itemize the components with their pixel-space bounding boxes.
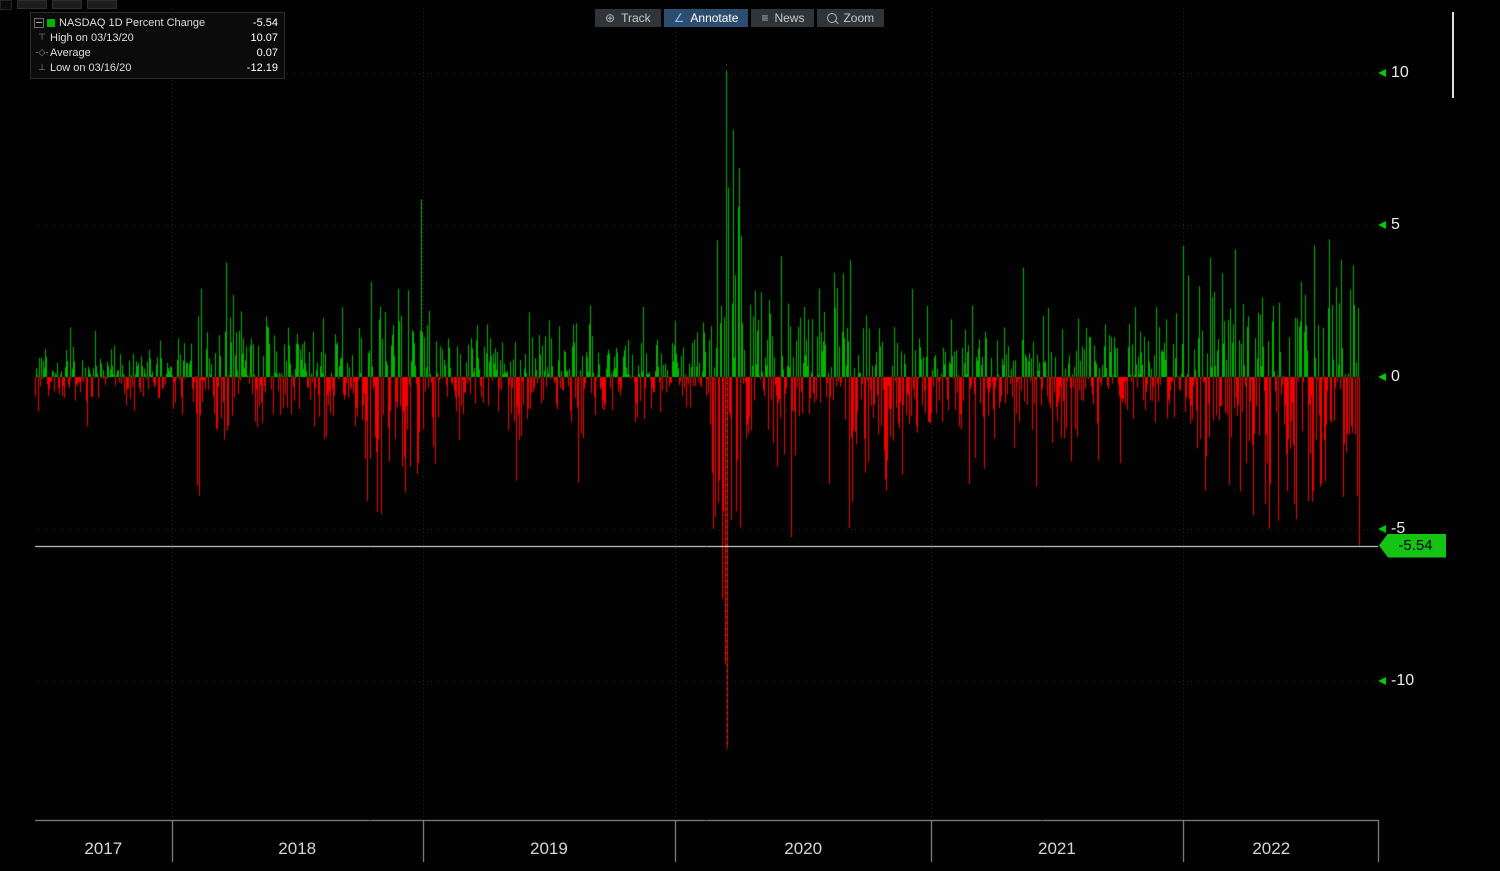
price-chart-plot-area[interactable]	[0, 0, 1500, 871]
series-color-swatch-icon	[47, 18, 55, 27]
x-axis-year-label: 2020	[784, 839, 823, 858]
crosshair-icon: ⊕	[605, 11, 616, 25]
window-chrome	[0, 0, 117, 10]
y-tick-label: 5	[1391, 215, 1400, 233]
y-axis-tick: 5	[1378, 216, 1400, 234]
x-axis-year-label: 2021	[1037, 839, 1076, 858]
annotate-pencil-icon: ∠	[673, 11, 685, 25]
legend-label: Low on 03/16/20	[50, 61, 132, 74]
tick-arrow-icon	[1378, 525, 1386, 534]
last-value-badge-label: -5.54	[1398, 537, 1433, 555]
x-axis-year-label: 2017	[84, 839, 123, 858]
toolbar-button-label: News	[774, 11, 805, 25]
legend-row-low[interactable]: ⊥ Low on 03/16/20 -12.19	[34, 60, 280, 75]
legend-value: 10.07	[250, 31, 278, 44]
news-button[interactable]: ≡ News	[751, 9, 815, 27]
legend-row-avg[interactable]: -◇- Average 0.07	[34, 45, 280, 60]
toolbar-button-label: Annotate	[690, 11, 739, 25]
news-icon: ≡	[761, 11, 769, 25]
tick-arrow-icon	[1378, 68, 1386, 77]
annotate-button[interactable]: ∠ Annotate	[663, 9, 749, 27]
legend-label: Average	[50, 46, 91, 59]
last-value-badge: -5.54	[1379, 533, 1446, 558]
legend-value: -12.19	[246, 61, 278, 74]
legend-label: High on 03/13/20	[50, 31, 134, 44]
window-chrome-fragment[interactable]	[17, 0, 47, 9]
y-axis-tick: -10	[1378, 672, 1414, 690]
legend-label: NASDAQ 1D Percent Change	[59, 16, 206, 29]
high-marker-icon: ⊤	[38, 32, 46, 42]
y-tick-label: 0	[1391, 368, 1400, 385]
bloomberg-chart-screen: NASDAQ 1D Percent Change -5.54 ⊤ High on 03…	[0, 0, 1500, 871]
tick-arrow-icon	[1378, 373, 1386, 381]
legend-row-series[interactable]: NASDAQ 1D Percent Change -5.54	[34, 15, 280, 30]
track-button[interactable]: ⊕ Track	[595, 9, 661, 27]
x-axis-year-label: 2018	[278, 839, 317, 858]
x-axis-year-label: 2019	[530, 839, 568, 858]
zoom-magnifier-icon	[827, 13, 838, 23]
toolbar-button-label: Zoom	[843, 11, 875, 25]
zoom-button[interactable]: Zoom	[817, 9, 885, 27]
window-chrome-fragment[interactable]	[87, 0, 117, 9]
chart-toolbar: ⊕ Track ∠ Annotate ≡ News Zoom	[595, 9, 885, 27]
legend-value: -5.54	[252, 16, 278, 29]
tick-arrow-icon	[1378, 677, 1386, 686]
x-axis-year-label: 2022	[1252, 839, 1291, 858]
legend-expand-icon[interactable]	[34, 17, 44, 28]
y-tick-label: -10	[1391, 672, 1415, 690]
y-axis-tick: 0	[1378, 368, 1400, 386]
legend-value: 0.07	[256, 46, 278, 59]
tick-arrow-icon	[1378, 220, 1386, 229]
toolbar-button-label: Track	[621, 11, 651, 25]
y-axis-tick: 10	[1378, 64, 1409, 82]
scrollbar-thumb[interactable]	[1452, 12, 1454, 98]
legend-row-high[interactable]: ⊤ High on 03/13/20 10.07	[34, 30, 280, 45]
low-marker-icon: ⊥	[38, 62, 46, 72]
window-chrome-fragment[interactable]	[52, 0, 82, 9]
window-chrome-fragment[interactable]	[0, 0, 12, 10]
y-tick-label: 10	[1391, 63, 1409, 81]
chart-legend: NASDAQ 1D Percent Change -5.54 ⊤ High on 03…	[30, 12, 285, 79]
average-marker-icon: -◇-	[35, 47, 49, 57]
